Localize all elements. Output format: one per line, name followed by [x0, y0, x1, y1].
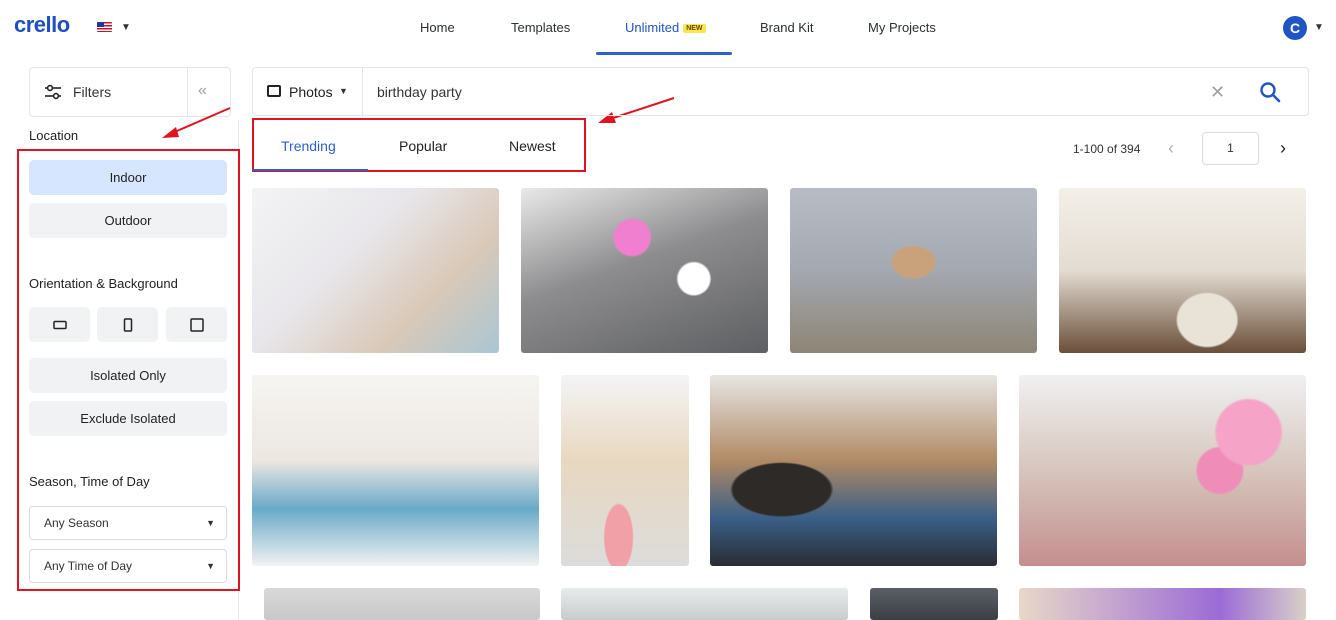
search-bar: Photos ▼ ✕	[252, 67, 1309, 116]
photo-thumbnail[interactable]	[521, 188, 768, 353]
photo-thumbnail[interactable]	[1019, 375, 1306, 566]
collapse-sidebar-icon[interactable]: «	[198, 82, 207, 100]
image-icon	[267, 85, 281, 97]
annotation-box-filters	[17, 149, 240, 591]
new-badge: NEW	[683, 24, 706, 33]
photo-thumbnail[interactable]	[790, 188, 1037, 353]
crello-logo[interactable]: crello	[14, 12, 70, 38]
tab-trending[interactable]: Trending	[281, 138, 336, 154]
us-flag-icon[interactable]	[97, 22, 112, 32]
nav-unlimited[interactable]: Unlimited NEW	[625, 20, 706, 35]
user-avatar[interactable]: C	[1283, 16, 1307, 40]
nav-templates[interactable]: Templates	[511, 20, 570, 35]
photo-thumbnail[interactable]	[561, 588, 848, 620]
tab-newest[interactable]: Newest	[509, 138, 556, 154]
filters-header[interactable]: Filters «	[29, 67, 231, 117]
media-type-select[interactable]: Photos ▼	[253, 68, 363, 115]
media-type-label: Photos	[289, 84, 333, 100]
chevron-down-icon: ▼	[339, 86, 348, 96]
divider	[187, 68, 188, 116]
photo-thumbnail[interactable]	[252, 375, 539, 566]
photo-thumbnail[interactable]	[1019, 588, 1306, 620]
photo-thumbnail[interactable]	[1059, 188, 1306, 353]
tab-popular[interactable]: Popular	[399, 138, 447, 154]
search-input[interactable]	[377, 84, 1177, 100]
clear-icon[interactable]: ✕	[1210, 82, 1225, 103]
photo-thumbnail[interactable]	[264, 588, 540, 620]
location-label: Location	[29, 128, 79, 143]
page-number-input[interactable]: 1	[1202, 132, 1259, 165]
active-tab-indicator	[252, 169, 368, 171]
chevron-left-icon[interactable]: ‹	[1168, 138, 1174, 159]
photo-thumbnail[interactable]	[252, 188, 499, 353]
pagination-range: 1-100 of 394	[1073, 142, 1141, 156]
chevron-down-icon[interactable]: ▼	[1314, 22, 1324, 33]
photo-thumbnail[interactable]	[561, 375, 689, 566]
photo-thumbnail[interactable]	[710, 375, 997, 566]
active-nav-indicator	[596, 52, 732, 55]
chevron-right-icon[interactable]: ›	[1280, 138, 1286, 159]
filters-label: Filters	[73, 84, 112, 100]
photo-thumbnail[interactable]	[870, 588, 998, 620]
chevron-down-icon[interactable]: ▼	[121, 22, 131, 33]
nav-my-projects[interactable]: My Projects	[868, 20, 936, 35]
sliders-icon	[45, 84, 61, 100]
search-icon[interactable]	[1259, 81, 1281, 103]
top-navigation-bar: crello ▼ Home Templates Unlimited NEW Bra…	[0, 0, 1336, 56]
nav-brand-kit[interactable]: Brand Kit	[760, 20, 813, 35]
nav-home[interactable]: Home	[420, 20, 455, 35]
